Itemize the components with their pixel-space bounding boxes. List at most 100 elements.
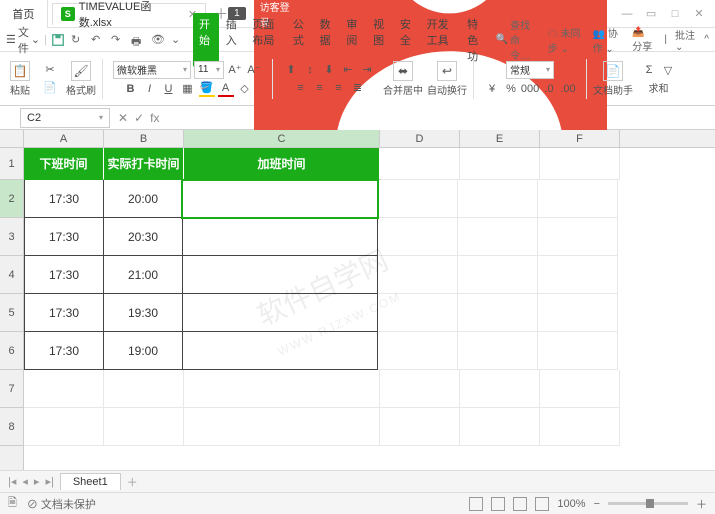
view-grid-icon[interactable]: [491, 497, 505, 511]
cell-D1[interactable]: [380, 148, 460, 180]
paste-button[interactable]: 📋 粘贴: [10, 61, 30, 97]
cell-C2[interactable]: [182, 180, 378, 218]
cell-B5[interactable]: 19:30: [103, 294, 183, 332]
sheet-tab[interactable]: Sheet1: [60, 473, 121, 490]
decrease-decimal-icon[interactable]: .0: [541, 81, 557, 97]
cell-D3[interactable]: [378, 218, 458, 256]
share-button[interactable]: 📤 分享: [632, 27, 656, 53]
cell-E2[interactable]: [458, 180, 538, 218]
add-sheet-icon[interactable]: ＋: [127, 474, 138, 490]
comment-button[interactable]: 批注 ⌄: [675, 27, 696, 53]
autosum-icon[interactable]: Σ: [641, 62, 657, 78]
cell-F8[interactable]: [540, 408, 620, 446]
fill-color-icon[interactable]: 🪣: [199, 81, 215, 97]
font-size-combo[interactable]: 11▾: [194, 61, 224, 79]
preview-icon[interactable]: 👁: [151, 33, 165, 47]
increase-decimal-icon[interactable]: .00: [560, 81, 576, 97]
indent-left-icon[interactable]: ⇤: [340, 62, 356, 78]
select-all-corner[interactable]: [0, 130, 24, 148]
cell-E4[interactable]: [458, 256, 538, 294]
row-header-7[interactable]: 7: [0, 370, 23, 408]
cell-F4[interactable]: [538, 256, 618, 294]
cell-F2[interactable]: [538, 180, 618, 218]
name-box[interactable]: C2▾: [20, 108, 110, 128]
bold-icon[interactable]: B: [123, 81, 139, 97]
format-painter-button[interactable]: 🖌 格式刷: [66, 61, 96, 97]
cell-A3[interactable]: 17:30: [24, 218, 104, 256]
zoom-slider[interactable]: [608, 502, 688, 505]
sheet-nav-last-icon[interactable]: ▸|: [45, 475, 53, 488]
sync-status[interactable]: ☁ 未同步 ⌄: [548, 25, 585, 55]
sheet-nav-next-icon[interactable]: ▸: [34, 475, 40, 488]
cell-E6[interactable]: [458, 332, 538, 370]
align-center-icon[interactable]: ≡: [312, 80, 328, 96]
cell-A5[interactable]: 17:30: [24, 294, 104, 332]
align-bottom-icon[interactable]: ⬇: [321, 62, 337, 78]
ribbon-tab-5[interactable]: 审阅: [340, 13, 366, 67]
align-left-icon[interactable]: ≡: [293, 80, 309, 96]
column-header-A[interactable]: A: [24, 130, 104, 147]
cell-D6[interactable]: [378, 332, 458, 370]
copy-icon[interactable]: 📄: [42, 80, 58, 96]
align-top-icon[interactable]: ⬆: [283, 62, 299, 78]
ribbon-tab-4[interactable]: 数据: [314, 13, 340, 67]
print-icon[interactable]: 🖶: [131, 33, 145, 47]
font-combo[interactable]: 微软雅黑▾: [113, 61, 191, 79]
cell-C1[interactable]: 加班时间: [184, 148, 380, 180]
cell-F6[interactable]: [538, 332, 618, 370]
save-icon[interactable]: [51, 33, 65, 47]
clear-format-icon[interactable]: ◇: [237, 81, 253, 97]
cell-E8[interactable]: [460, 408, 540, 446]
coop-button[interactable]: 👥 协作 ⌄: [593, 25, 625, 55]
wrap-text-button[interactable]: ↩ 自动换行: [427, 61, 467, 97]
currency-icon[interactable]: ¥: [484, 81, 500, 97]
cell-D2[interactable]: [378, 180, 458, 218]
cell-B8[interactable]: [104, 408, 184, 446]
protect-status[interactable]: ⊘ 文档未保护: [27, 496, 96, 512]
font-color-icon[interactable]: A: [218, 81, 234, 97]
percent-icon[interactable]: %: [503, 81, 519, 97]
align-right-icon[interactable]: ≡: [331, 80, 347, 96]
ribbon-tab-3[interactable]: 公式: [287, 13, 313, 67]
qat-dropdown-icon[interactable]: ⌄: [171, 33, 185, 47]
file-tab[interactable]: S TIMEVALUE函数.xlsx ✕: [52, 3, 206, 25]
border-icon[interactable]: ▦: [180, 81, 196, 97]
column-header-E[interactable]: E: [460, 130, 540, 147]
cell-C3[interactable]: [182, 218, 378, 256]
ribbon-tab-7[interactable]: 安全: [394, 13, 420, 67]
doc-helper-button[interactable]: 📄 文档助手: [593, 61, 633, 97]
undo-icon[interactable]: ↶: [91, 33, 105, 47]
column-header-C[interactable]: C: [184, 130, 380, 147]
ribbon-tab-2[interactable]: 页面布局: [246, 13, 285, 67]
increase-font-icon[interactable]: A⁺: [227, 62, 243, 78]
row-header-8[interactable]: 8: [0, 408, 23, 446]
view-reading-icon[interactable]: [535, 497, 549, 511]
row-header-4[interactable]: 4: [0, 256, 23, 294]
cell-A2[interactable]: 17:30: [24, 180, 104, 218]
cell-C8[interactable]: [184, 408, 380, 446]
command-search[interactable]: 🔍 查找命令…: [496, 17, 540, 62]
row-header-3[interactable]: 3: [0, 218, 23, 256]
number-format-combo[interactable]: 常规▾: [506, 61, 554, 79]
formula-input[interactable]: [163, 108, 715, 128]
cell-B4[interactable]: 21:00: [103, 256, 183, 294]
cell-D7[interactable]: [380, 370, 460, 408]
cell-A4[interactable]: 17:30: [24, 256, 104, 294]
filter-icon[interactable]: ▽: [660, 62, 676, 78]
decrease-font-icon[interactable]: A⁻: [246, 62, 262, 78]
cell-F5[interactable]: [538, 294, 618, 332]
row-header-2[interactable]: 2: [0, 180, 23, 218]
cell-C7[interactable]: [184, 370, 380, 408]
ribbon-tab-0[interactable]: 开始: [193, 13, 219, 67]
column-header-D[interactable]: D: [380, 130, 460, 147]
cell-B6[interactable]: 19:00: [103, 332, 183, 370]
sheet-nav-first-icon[interactable]: |◂: [8, 475, 16, 488]
fx-icon[interactable]: fx: [150, 111, 159, 125]
row-header-5[interactable]: 5: [0, 294, 23, 332]
cancel-formula-icon[interactable]: ✕: [118, 111, 128, 125]
ribbon-tab-9[interactable]: 特色功: [461, 13, 494, 67]
ribbon-tab-8[interactable]: 开发工具: [421, 13, 460, 67]
cell-C5[interactable]: [182, 294, 378, 332]
cell-E1[interactable]: [460, 148, 540, 180]
cell-E3[interactable]: [458, 218, 538, 256]
